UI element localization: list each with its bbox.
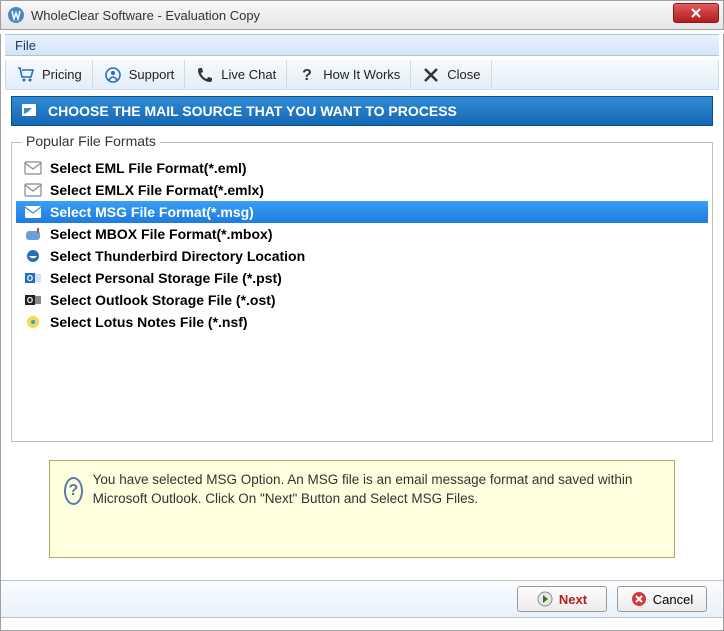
outlook-dark-icon: O bbox=[24, 292, 42, 308]
svg-text:?: ? bbox=[302, 67, 312, 84]
svg-text:O: O bbox=[27, 296, 33, 305]
toolbar-howitworks-button[interactable]: ? How It Works bbox=[287, 60, 411, 89]
app-icon bbox=[7, 6, 25, 24]
window-titlebar: WholeClear Software - Evaluation Copy bbox=[0, 0, 724, 30]
toolbar-support-button[interactable]: Support bbox=[93, 60, 186, 89]
toolbar-label: Close bbox=[447, 67, 480, 82]
toolbar-pricing-button[interactable]: Pricing bbox=[6, 60, 93, 89]
next-button[interactable]: Next bbox=[517, 586, 607, 612]
outlook-icon: O bbox=[24, 270, 42, 286]
info-panel: ? You have selected MSG Option. An MSG f… bbox=[49, 460, 675, 558]
envelope-icon bbox=[24, 160, 42, 176]
cart-icon bbox=[16, 65, 36, 85]
format-label: Select Outlook Storage File (*.ost) bbox=[50, 292, 276, 308]
footer-bar: Next Cancel bbox=[1, 580, 723, 618]
format-label: Select Thunderbird Directory Location bbox=[50, 248, 305, 264]
format-row-ost[interactable]: O Select Outlook Storage File (*.ost) bbox=[16, 289, 708, 311]
window-body: File Pricing Support Live Chat ? How It bbox=[0, 34, 724, 631]
content-area: CHOOSE THE MAIL SOURCE THAT YOU WANT TO … bbox=[11, 96, 713, 558]
format-list: Select EML File Format(*.eml) Select EML… bbox=[16, 157, 708, 333]
format-row-msg[interactable]: Select MSG File Format(*.msg) bbox=[16, 201, 708, 223]
close-icon bbox=[421, 65, 441, 85]
section-banner: CHOOSE THE MAIL SOURCE THAT YOU WANT TO … bbox=[11, 96, 713, 126]
toolbar-label: Support bbox=[129, 67, 175, 82]
lotus-icon bbox=[24, 314, 42, 330]
envelope-icon bbox=[24, 182, 42, 198]
format-row-thunderbird[interactable]: Select Thunderbird Directory Location bbox=[16, 245, 708, 267]
button-label: Next bbox=[559, 592, 587, 607]
thunderbird-icon bbox=[24, 248, 42, 264]
format-label: Select Personal Storage File (*.pst) bbox=[50, 270, 282, 286]
svg-text:O: O bbox=[27, 274, 33, 283]
format-row-mbox[interactable]: Select MBOX File Format(*.mbox) bbox=[16, 223, 708, 245]
window-title: WholeClear Software - Evaluation Copy bbox=[31, 8, 260, 23]
envelope-selected-icon bbox=[24, 204, 42, 220]
format-row-nsf[interactable]: Select Lotus Notes File (*.nsf) bbox=[16, 311, 708, 333]
question-icon: ? bbox=[297, 65, 317, 85]
menubar: File bbox=[5, 34, 719, 56]
phone-icon bbox=[195, 65, 215, 85]
cancel-button[interactable]: Cancel bbox=[617, 586, 707, 612]
format-label: Select EMLX File Format(*.emlx) bbox=[50, 182, 264, 198]
menu-file[interactable]: File bbox=[5, 36, 46, 55]
mail-icon bbox=[20, 102, 38, 120]
format-label: Select Lotus Notes File (*.nsf) bbox=[50, 314, 248, 330]
format-label: Select EML File Format(*.eml) bbox=[50, 160, 247, 176]
toolbar-close-button[interactable]: Close bbox=[411, 60, 491, 89]
next-icon bbox=[537, 591, 553, 607]
format-row-emlx[interactable]: Select EMLX File Format(*.emlx) bbox=[16, 179, 708, 201]
format-row-pst[interactable]: O Select Personal Storage File (*.pst) bbox=[16, 267, 708, 289]
headset-icon bbox=[103, 65, 123, 85]
toolbar-livechat-button[interactable]: Live Chat bbox=[185, 60, 287, 89]
toolbar: Pricing Support Live Chat ? How It Works… bbox=[5, 60, 719, 90]
format-label: Select MSG File Format(*.msg) bbox=[50, 204, 254, 220]
banner-text: CHOOSE THE MAIL SOURCE THAT YOU WANT TO … bbox=[48, 103, 457, 119]
toolbar-label: Pricing bbox=[42, 67, 82, 82]
window-close-button[interactable] bbox=[673, 3, 719, 23]
group-legend: Popular File Formats bbox=[22, 133, 160, 149]
info-icon: ? bbox=[64, 477, 83, 505]
formats-group: Popular File Formats Select EML File For… bbox=[11, 142, 713, 442]
button-label: Cancel bbox=[653, 592, 693, 607]
info-text: You have selected MSG Option. An MSG fil… bbox=[93, 471, 660, 509]
cancel-icon bbox=[631, 591, 647, 607]
mailbox-icon bbox=[24, 226, 42, 242]
toolbar-label: How It Works bbox=[323, 67, 400, 82]
format-label: Select MBOX File Format(*.mbox) bbox=[50, 226, 272, 242]
format-row-eml[interactable]: Select EML File Format(*.eml) bbox=[16, 157, 708, 179]
toolbar-label: Live Chat bbox=[221, 67, 276, 82]
